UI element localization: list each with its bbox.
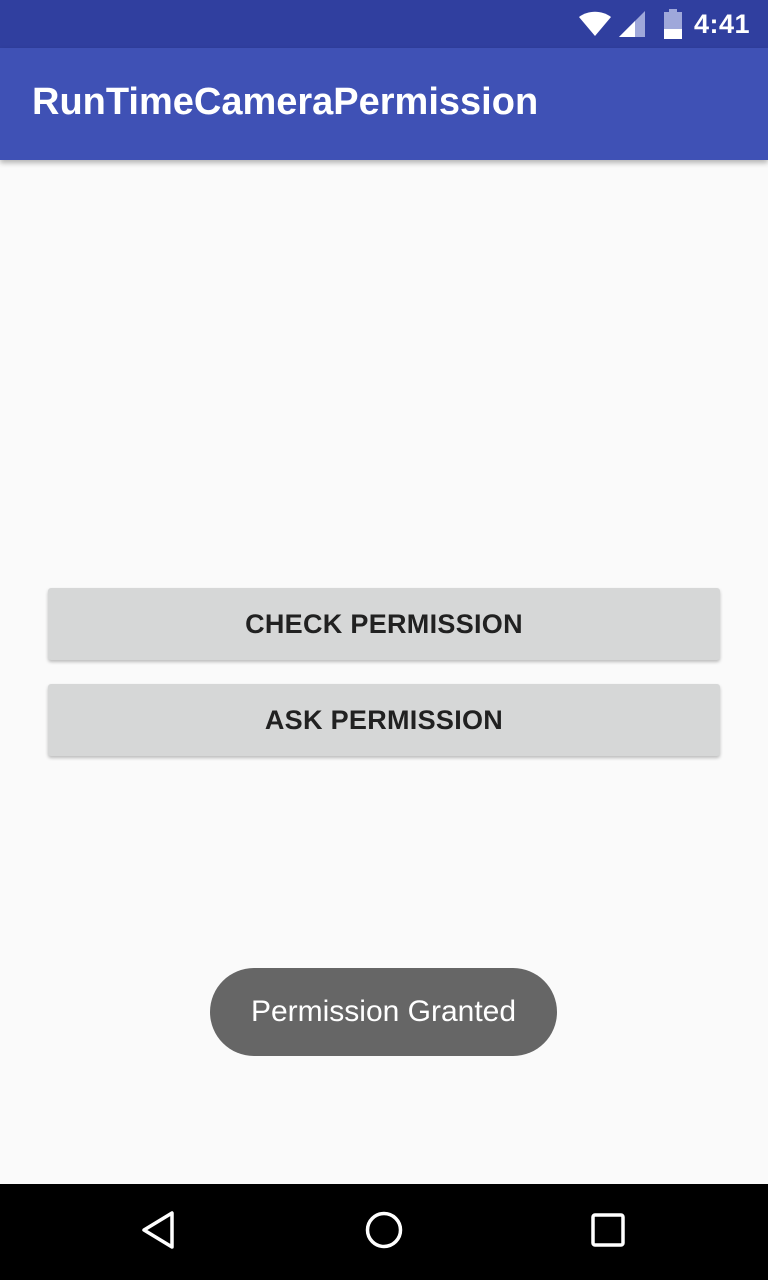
toast-message: Permission Granted <box>210 968 557 1056</box>
recents-button[interactable] <box>548 1184 668 1280</box>
toast-text: Permission Granted <box>250 995 517 1028</box>
navigation-bar <box>0 1184 768 1280</box>
status-icons: 4:41 <box>578 0 750 48</box>
ask-permission-button[interactable]: ASK PERMISSION <box>48 684 720 756</box>
status-bar: 4:41 <box>0 0 768 48</box>
app-screen: 4:41 RunTimeCameraPermission CHECK PERMI… <box>0 0 768 1280</box>
check-permission-button[interactable]: CHECK PERMISSION <box>48 588 720 660</box>
back-button[interactable] <box>100 1184 220 1280</box>
home-icon <box>364 1210 404 1255</box>
wifi-icon <box>578 11 612 37</box>
app-bar: RunTimeCameraPermission <box>0 48 768 160</box>
back-icon <box>140 1210 180 1255</box>
main-content: CHECK PERMISSION ASK PERMISSION Permissi… <box>0 160 768 1184</box>
status-time: 4:41 <box>693 8 750 39</box>
recents-icon <box>588 1210 628 1255</box>
signal-icon <box>618 10 646 38</box>
battery-icon <box>663 9 682 39</box>
app-title: RunTimeCameraPermission <box>32 81 539 123</box>
home-button[interactable] <box>324 1184 444 1280</box>
